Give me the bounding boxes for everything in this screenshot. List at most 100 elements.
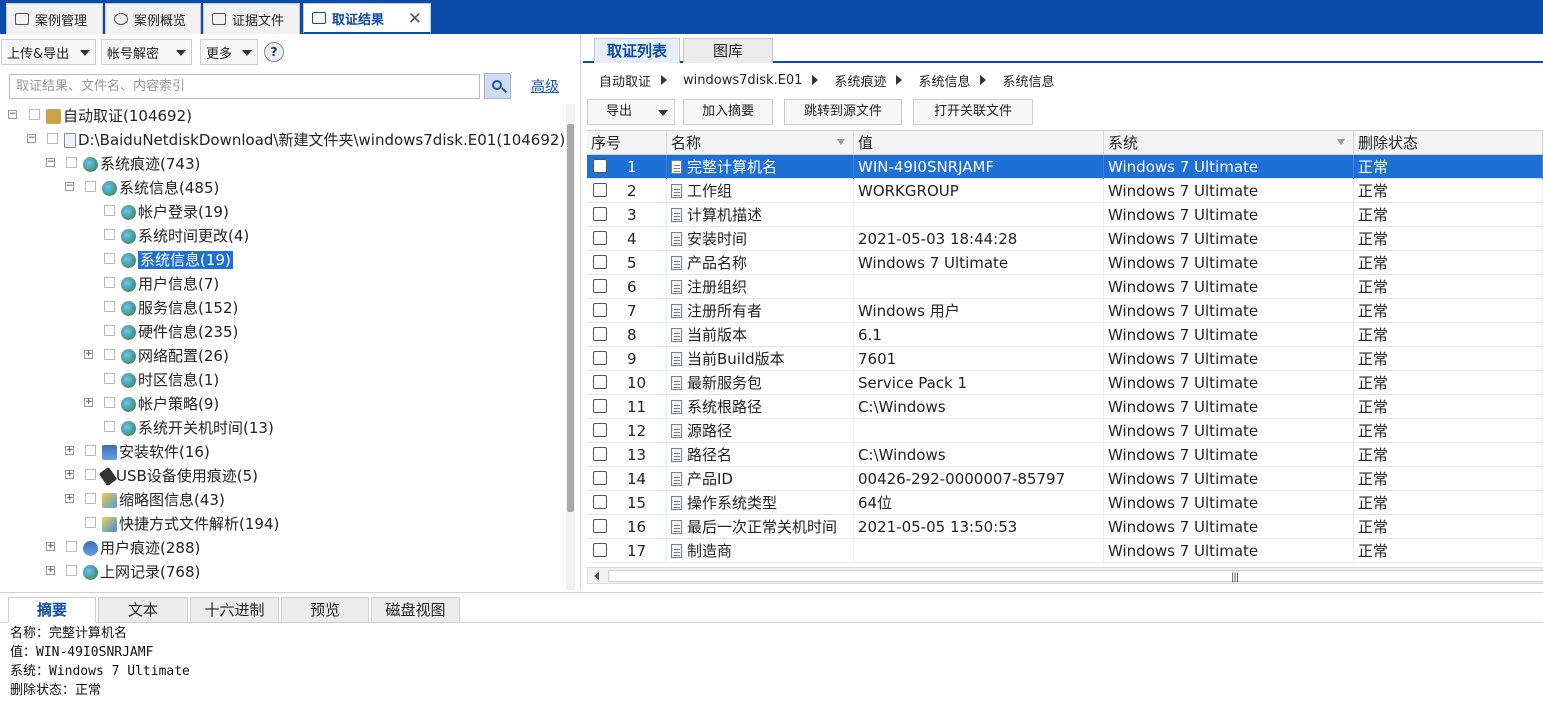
table-row[interactable]: 8 当前版本 6.1 Windows 7 Ultimate 正常	[587, 323, 1543, 347]
expand-icon[interactable]: +	[65, 470, 74, 479]
tree-checkbox[interactable]	[85, 445, 96, 456]
breadcrumb-item[interactable]: 系统信息	[1002, 71, 1054, 90]
help-icon[interactable]: ?	[264, 42, 284, 62]
tree-checkbox[interactable]	[104, 325, 115, 336]
row-checkbox[interactable]	[593, 159, 607, 173]
table-row[interactable]: 2 工作组 WORKGROUP Windows 7 Ultimate 正常	[587, 179, 1543, 203]
row-checkbox[interactable]	[593, 495, 607, 509]
tab-evidence-files[interactable]: 证据文件	[203, 3, 300, 34]
tree-checkbox[interactable]	[104, 373, 115, 384]
search-button[interactable]	[484, 73, 511, 99]
tree-checkbox[interactable]	[104, 301, 115, 312]
scroll-left-icon[interactable]	[594, 572, 599, 580]
tree-checkbox[interactable]	[104, 205, 115, 216]
expand-icon[interactable]: +	[84, 398, 93, 407]
expand-icon[interactable]: +	[46, 542, 55, 551]
tree-checkbox[interactable]	[104, 277, 115, 288]
collapse-icon[interactable]: −	[27, 134, 36, 143]
table-row[interactable]: 7 注册所有者 Windows 用户 Windows 7 Ultimate 正常	[587, 299, 1543, 323]
expand-icon[interactable]: +	[84, 350, 93, 359]
row-checkbox[interactable]	[593, 375, 607, 389]
row-checkbox[interactable]	[593, 447, 607, 461]
collapse-icon[interactable]: −	[65, 182, 74, 191]
expand-icon[interactable]: +	[65, 446, 74, 455]
tree-checkbox[interactable]	[104, 397, 115, 408]
advanced-search-link[interactable]: 高级	[531, 76, 559, 96]
table-row[interactable]: 4 安装时间 2021-05-03 18:44:28 Windows 7 Ultima…	[587, 227, 1543, 251]
tab-gallery[interactable]: 图库	[683, 38, 773, 63]
tree-checkbox[interactable]	[104, 421, 115, 432]
table-row[interactable]: 14 产品ID 00426-292-0000007-85797 Windows 7 U…	[587, 467, 1543, 491]
column-header-system[interactable]: 系统	[1104, 131, 1354, 155]
row-checkbox[interactable]	[593, 303, 607, 317]
row-checkbox[interactable]	[593, 183, 607, 197]
scrollbar-thumb[interactable]	[567, 124, 574, 512]
table-row[interactable]: 16 最后一次正常关机时间 2021-05-05 13:50:53 Windows 7…	[587, 515, 1543, 539]
expand-icon[interactable]: +	[65, 494, 74, 503]
tree-checkbox[interactable]	[104, 349, 115, 360]
row-checkbox[interactable]	[593, 423, 607, 437]
tree-checkbox[interactable]	[66, 541, 77, 552]
breadcrumb-item[interactable]: 系统痕迹	[834, 71, 886, 90]
column-header-name[interactable]: 名称	[667, 131, 854, 155]
close-icon[interactable]: ✕	[408, 9, 422, 29]
table-row[interactable]: 11 系统根路径 C:\Windows Windows 7 Ultimate 正常	[587, 395, 1543, 419]
table-row[interactable]: 6 注册组织 Windows 7 Ultimate 正常	[587, 275, 1543, 299]
tree-checkbox[interactable]	[104, 229, 115, 240]
row-checkbox[interactable]	[593, 543, 607, 557]
scrollbar-thumb[interactable]: |||	[608, 570, 1543, 583]
table-row[interactable]: 17 制造商 Windows 7 Ultimate 正常	[587, 539, 1543, 563]
tree-checkbox[interactable]	[29, 109, 40, 120]
upload-export-dropdown[interactable]: 上传&导出	[1, 39, 96, 65]
tab-disk-view[interactable]: 磁盘视图	[371, 597, 460, 623]
column-header-delete-status[interactable]: 删除状态	[1354, 131, 1543, 155]
row-checkbox[interactable]	[593, 207, 607, 221]
tree-checkbox[interactable]	[104, 253, 115, 264]
collapse-icon[interactable]: −	[46, 158, 55, 167]
tree-checkbox[interactable]	[85, 493, 96, 504]
tree-checkbox[interactable]	[85, 517, 96, 528]
tab-case-overview[interactable]: 案例概览	[105, 3, 201, 34]
tree-checkbox[interactable]	[66, 565, 77, 576]
table-row[interactable]: 13 路径名 C:\Windows Windows 7 Ultimate 正常	[587, 443, 1543, 467]
filter-icon[interactable]	[1337, 139, 1345, 145]
account-decrypt-dropdown[interactable]: 帐号解密	[101, 39, 192, 65]
table-row[interactable]: 5 产品名称 Windows 7 Ultimate Windows 7 Ultimat…	[587, 251, 1543, 275]
tab-hex[interactable]: 十六进制	[190, 597, 279, 623]
table-horizontal-scrollbar[interactable]: |||	[587, 567, 1543, 584]
row-checkbox[interactable]	[593, 327, 607, 341]
row-checkbox[interactable]	[593, 279, 607, 293]
collapse-icon[interactable]: −	[8, 110, 17, 119]
add-summary-button[interactable]: 加入摘要	[683, 99, 773, 125]
tab-forensic-results[interactable]: 取证结果 ✕	[303, 3, 431, 34]
tree-checkbox[interactable]	[85, 181, 96, 192]
tab-text[interactable]: 文本	[98, 597, 188, 623]
row-checkbox[interactable]	[593, 231, 607, 245]
table-row[interactable]: 1 完整计算机名 WIN-49I0SNRJAMF Windows 7 Ultimate…	[587, 155, 1543, 179]
open-related-file-button[interactable]: 打开关联文件	[913, 99, 1033, 125]
column-header-no[interactable]: 序号	[587, 131, 667, 155]
column-header-value[interactable]: 值	[854, 131, 1104, 155]
tree-checkbox[interactable]	[85, 469, 96, 480]
expand-icon[interactable]: +	[46, 566, 55, 575]
row-checkbox[interactable]	[593, 351, 607, 365]
row-checkbox[interactable]	[593, 519, 607, 533]
breadcrumb-item[interactable]: windows7disk.E01	[683, 73, 802, 88]
row-checkbox[interactable]	[593, 471, 607, 485]
tab-case-management[interactable]: 案例管理	[6, 3, 103, 34]
breadcrumb-item[interactable]: 系统信息	[918, 71, 970, 90]
export-dropdown[interactable]: 导出	[587, 99, 675, 125]
tab-evidence-list[interactable]: 取证列表	[594, 38, 680, 63]
table-row[interactable]: 15 操作系统类型 64位 Windows 7 Ultimate 正常	[587, 491, 1543, 515]
table-row[interactable]: 3 计算机描述 Windows 7 Ultimate 正常	[587, 203, 1543, 227]
breadcrumb-item[interactable]: 自动取证	[599, 71, 651, 90]
jump-to-source-button[interactable]: 跳转到源文件	[784, 99, 902, 125]
tree-checkbox[interactable]	[47, 133, 58, 144]
row-checkbox[interactable]	[593, 255, 607, 269]
tree-checkbox[interactable]	[66, 157, 77, 168]
filter-icon[interactable]	[837, 139, 845, 145]
tab-preview[interactable]: 预览	[281, 597, 369, 623]
table-row[interactable]: 12 源路径 Windows 7 Ultimate 正常	[587, 419, 1543, 443]
tree-scrollbar[interactable]	[566, 104, 575, 590]
table-row[interactable]: 9 当前Build版本 7601 Windows 7 Ultimate 正常	[587, 347, 1543, 371]
